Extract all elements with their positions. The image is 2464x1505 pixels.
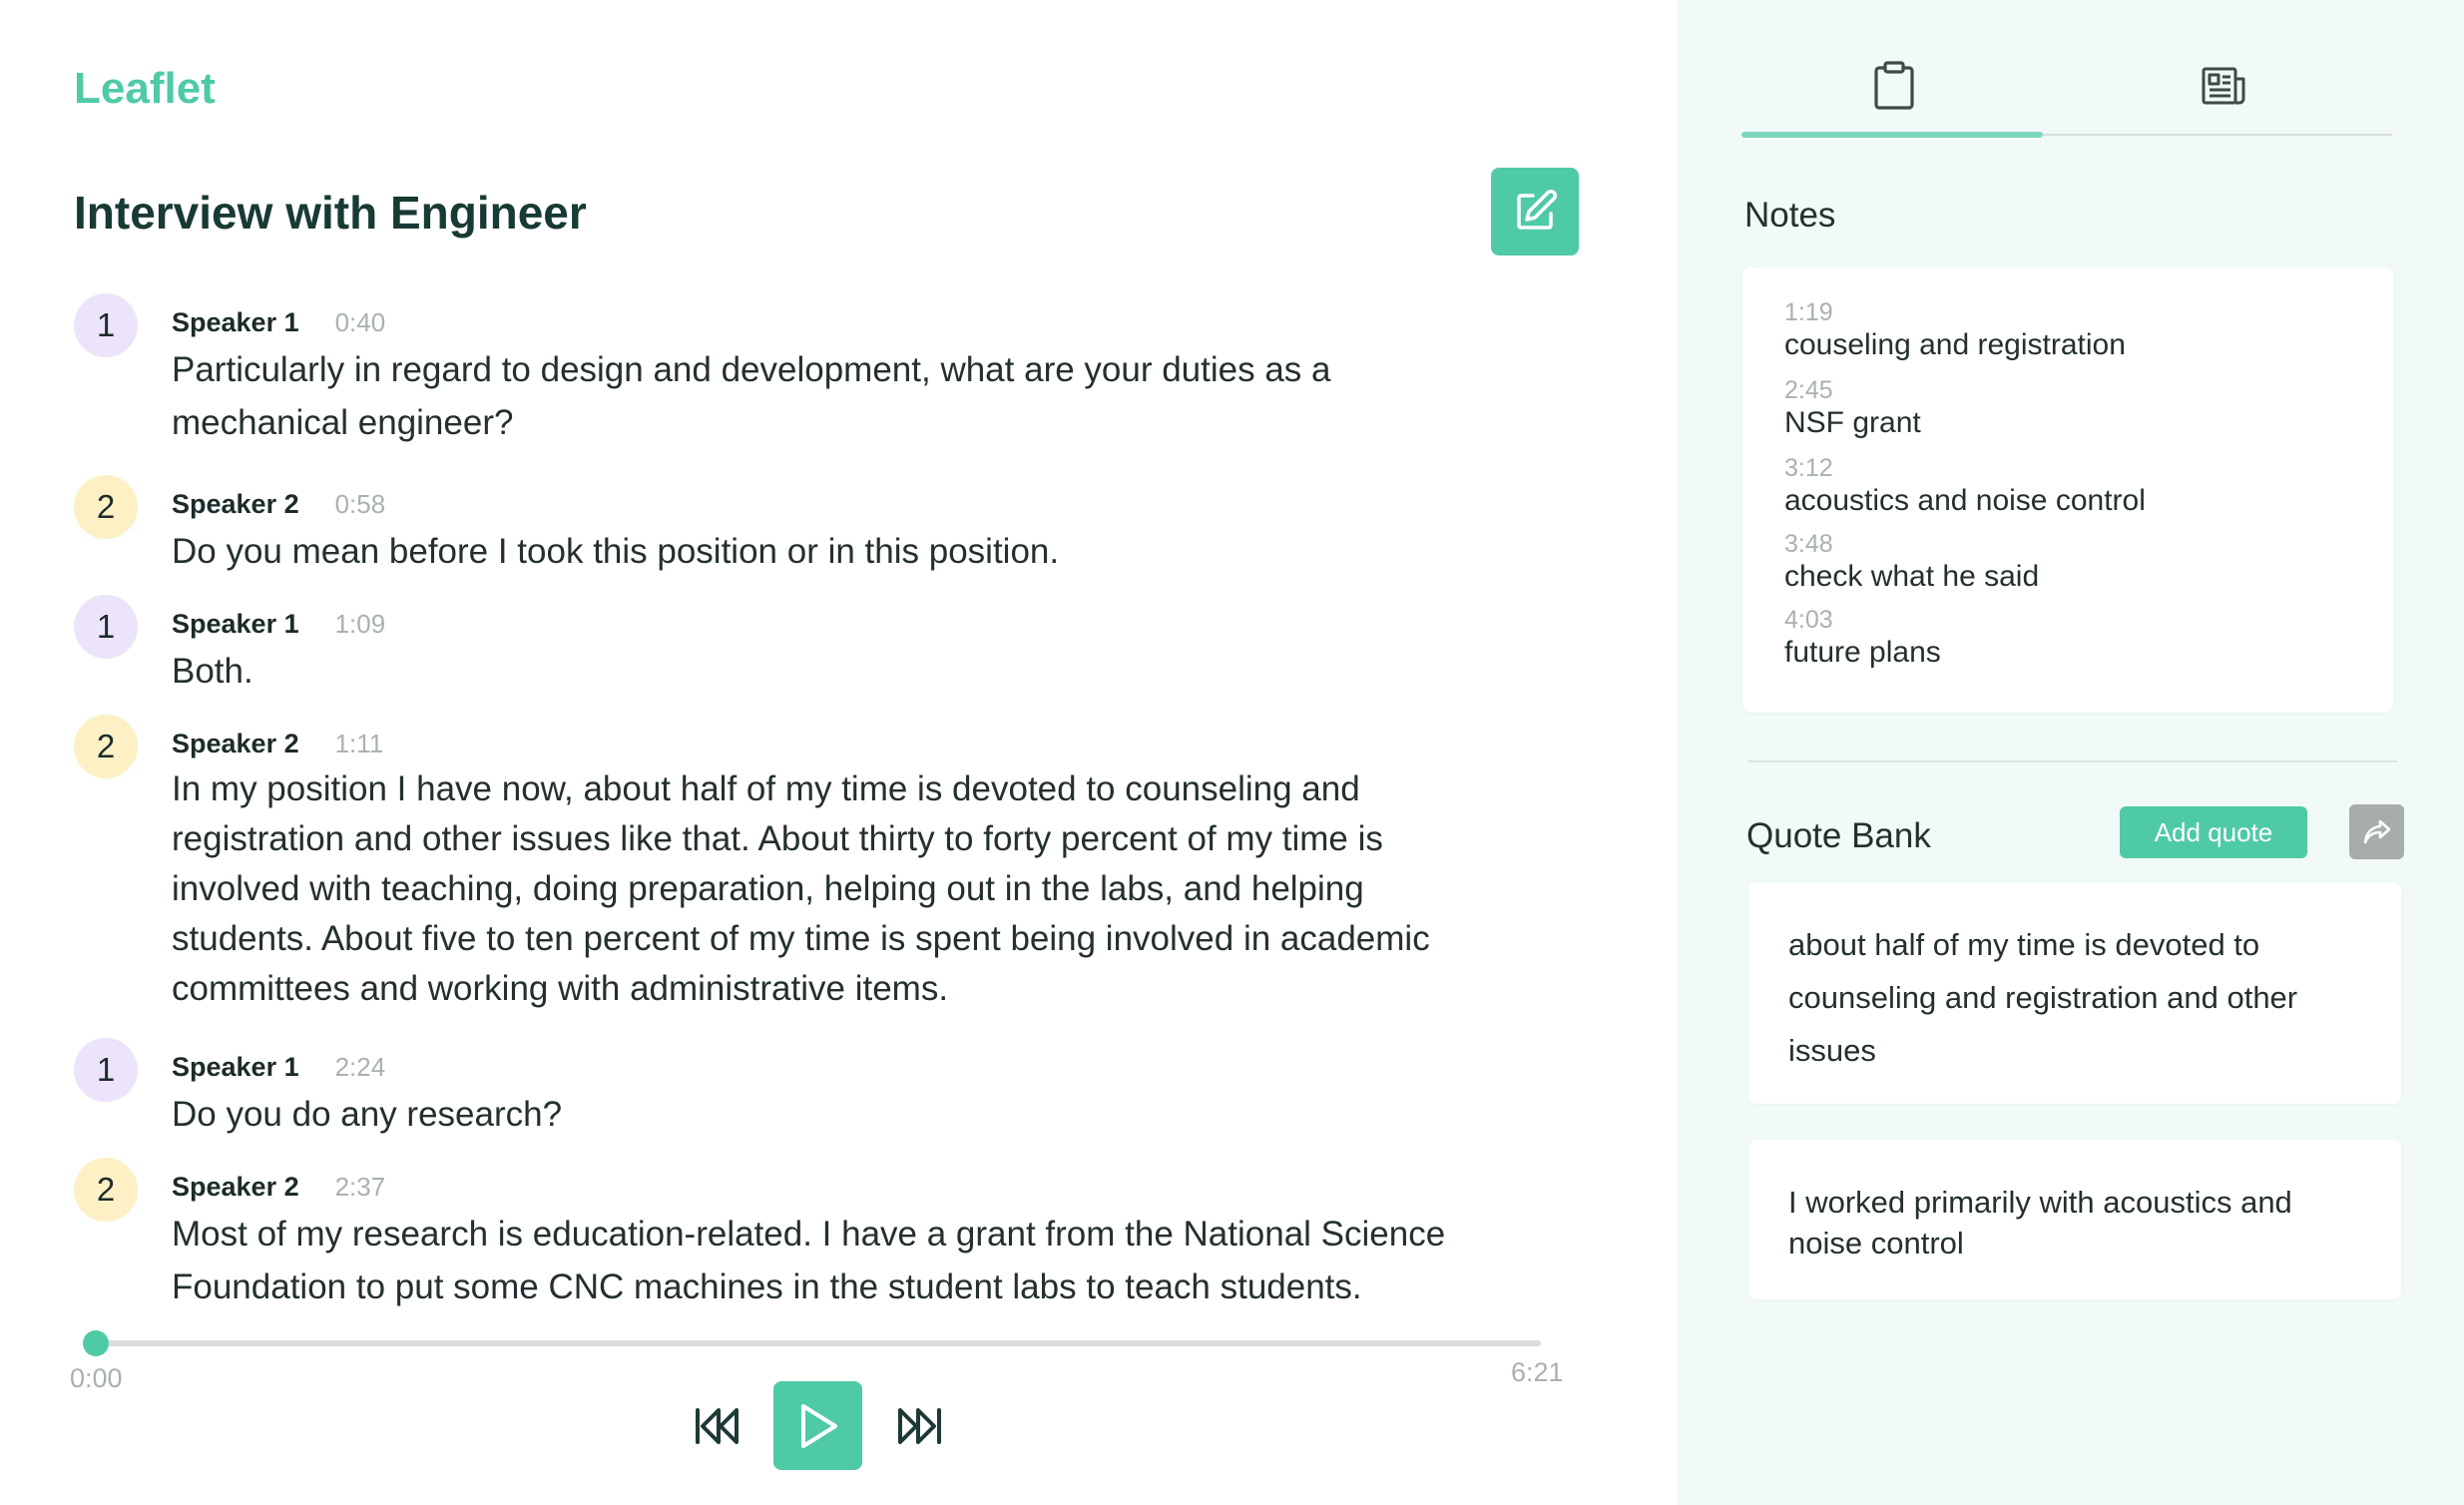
note-item[interactable]: 3:12 acoustics and noise control [1784,453,2146,519]
current-time: 0:00 [70,1363,123,1393]
note-timestamp: 2:45 [1784,376,1833,404]
segment-meta: Speaker 2 0:58 [172,489,385,520]
play-icon [800,1403,837,1448]
segment-meta: Speaker 1 1:09 [172,609,385,640]
quote-text: about half of my time is devoted to coun… [1788,927,2298,1068]
note-item[interactable]: 2:45 NSF grant [1784,375,1921,441]
note-timestamp: 3:12 [1784,454,1833,482]
segment-text: Both. [172,652,253,691]
speaker-name: Speaker 2 [172,729,299,758]
segment-timestamp[interactable]: 0:58 [335,489,386,519]
segment-timestamp[interactable]: 0:40 [335,307,386,337]
note-timestamp: 1:19 [1784,298,1833,326]
play-button[interactable] [773,1381,862,1470]
active-tab-indicator [1741,132,2043,138]
note-text: future plans [1784,636,1941,669]
document-icon [2202,67,2245,105]
segment-text: Particularly in regard to design and dev… [172,350,1331,442]
quote-bank-heading: Quote Bank [1746,816,1931,855]
share-icon [2363,819,2390,843]
section-divider [1748,760,2397,762]
segment-meta: Speaker 1 0:40 [172,307,385,338]
tab-notes[interactable] [1854,50,1934,122]
rewind-button[interactable] [685,1397,750,1455]
edit-button[interactable] [1491,168,1579,255]
segment-timestamp[interactable]: 1:09 [335,609,386,639]
app-logo: Leaflet [74,64,216,113]
speaker-badge: 2 [74,715,138,778]
add-quote-button[interactable]: Add quote [2120,806,2307,858]
fast-forward-button[interactable] [886,1397,952,1455]
speaker-name: Speaker 1 [172,609,299,639]
duration: 6:21 [1511,1357,1564,1387]
speaker-badge: 1 [74,293,138,357]
notes-heading: Notes [1744,196,1836,235]
progress-knob[interactable] [83,1330,109,1356]
note-item[interactable]: 4:03 future plans [1784,605,1941,671]
segment-text: Do you mean before I took this position … [172,532,1060,571]
rewind-icon [696,1408,739,1444]
segment-meta: Speaker 2 1:11 [172,729,383,759]
segment-text: Do you do any research? [172,1095,563,1134]
speaker-badge: 2 [74,475,138,539]
speaker-name: Speaker 1 [172,1052,299,1082]
segment-timestamp[interactable]: 2:37 [335,1172,386,1202]
note-text: NSF grant [1784,406,1921,439]
segment-text: Most of my research is education-related… [172,1215,1446,1306]
segment-timestamp[interactable]: 1:11 [335,729,384,758]
share-button[interactable] [2349,804,2404,859]
segment-text: In my position I have now, about half of… [172,769,1430,1008]
progress-track[interactable] [96,1340,1541,1346]
note-text: couseling and registration [1784,328,2126,361]
speaker-name: Speaker 2 [172,489,299,519]
quote-text: I worked primarily with acoustics and no… [1788,1185,2292,1260]
segment-meta: Speaker 2 2:37 [172,1172,385,1203]
fast-forward-icon [898,1408,941,1444]
speaker-badge: 2 [74,1158,138,1222]
note-text: acoustics and noise control [1784,484,2146,517]
speaker-name: Speaker 2 [172,1172,299,1202]
note-timestamp: 3:48 [1784,530,1833,558]
speaker-badge: 1 [74,1038,138,1102]
segment-timestamp[interactable]: 2:24 [335,1052,386,1082]
note-text: check what he said [1784,560,2040,593]
speaker-badge: 1 [74,595,138,659]
quote-card[interactable]: I worked primarily with acoustics and no… [1748,1140,2401,1299]
tab-document[interactable] [2184,50,2263,122]
clipboard-icon [1874,61,1914,110]
note-item[interactable]: 3:48 check what he said [1784,529,2039,595]
speaker-name: Speaker 1 [172,307,299,337]
edit-icon [1517,189,1558,230]
note-item[interactable]: 1:19 couseling and registration [1784,297,2126,363]
notes-card: 1:19 couseling and registration 2:45 NSF… [1742,267,2393,713]
quote-card[interactable]: about half of my time is devoted to coun… [1748,882,2401,1104]
segment-meta: Speaker 1 2:24 [172,1052,385,1083]
page-title: Interview with Engineer [74,187,587,239]
note-timestamp: 4:03 [1784,606,1833,634]
transcript-panel: Leaflet Interview with Engineer 1 Speake… [0,0,1677,1505]
